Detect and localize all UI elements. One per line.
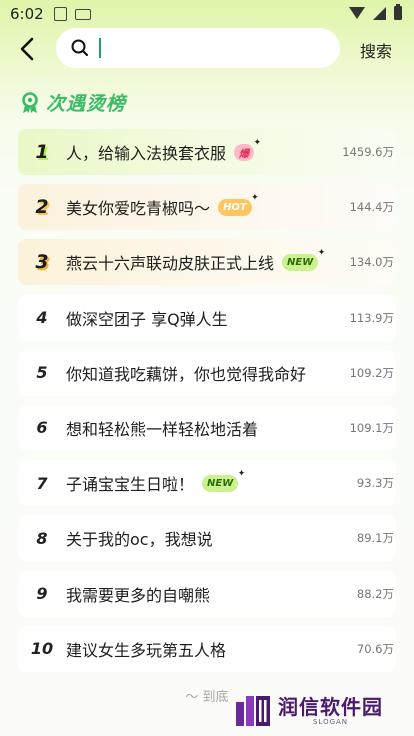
text-caret [99,38,101,58]
rank-number: 3 [35,251,49,274]
rank-item[interactable]: 6 想和轻松熊一样轻松地活着 109.1万 [18,404,396,451]
rank-number: 2 [35,196,49,219]
battery-icon [394,4,402,20]
rank-number: 10 [30,639,54,659]
watermark: 润信软件园 SLOGAN [234,693,398,729]
status-time: 6:02 [10,5,44,23]
rank-title: 做深空团子 享Q弹人生 [66,309,228,329]
rank-number: 8 [36,528,48,548]
back-button[interactable] [14,34,42,64]
hot-count: 109.1万 [349,420,394,435]
rank-item[interactable]: 7 子诵宝宝生日啦！ NEW 93.3万 [18,460,396,507]
rank-title: 关于我的oc，我想说 [66,530,213,550]
rank-item[interactable]: 4 做深空团子 享Q弹人生 113.9万 [18,294,396,341]
hot-count: 70.6万 [356,641,394,656]
rank-title: 建议女生多玩第五人格 [66,640,227,660]
board-title: 次遇烫榜 [46,93,127,115]
keyboard-icon [74,8,91,20]
wifi-icon [349,7,365,19]
search-box[interactable] [56,28,340,68]
rank-item[interactable]: 9 我需要更多的自嘲熊 88.2万 [18,570,396,617]
rank-number: 9 [36,584,48,603]
rank-title: 我需要更多的自嘲熊 [66,585,211,605]
watermark-logo-icon [236,696,270,726]
hot-count: 93.3万 [356,476,394,491]
rank-item[interactable]: 8 关于我的oc，我想说 89.1万 [18,515,396,562]
rank-title: 你知道我吃藕饼，你也觉得我命好 [66,364,307,384]
cellular-signal-icon [373,6,386,20]
rank-title: 美女你爱吃青椒吗～ [66,199,211,219]
document-icon [53,7,67,21]
board-title-row: 次遇烫榜 [20,89,126,116]
rank-item[interactable]: 2 美女你爱吃青椒吗～ HOT 144.4万 [18,184,396,231]
new-badge: NEW [282,248,326,271]
rank-item[interactable]: 10 建议女生多玩第五人格 70.6万 [18,625,396,672]
rank-title: 子诵宝宝生日啦！ [66,475,195,495]
hot-count: 134.0万 [349,255,394,270]
back-arrow-icon [20,37,34,61]
hot-count: 89.1万 [356,531,394,546]
rank-title: 想和轻松熊一样轻松地活着 [66,419,259,439]
rank-title: 燕云十六声联动皮肤正式上线 [66,254,275,274]
rank-item[interactable]: 1 人，给输入法换套衣服爆 1459.6万 [18,129,396,175]
rank-item[interactable]: 5 你知道我吃藕饼，你也觉得我命好 109.2万 [18,349,396,396]
new-badge: NEW [202,469,246,492]
watermark-slogan: SLOGAN [312,718,349,726]
hot-count: 109.2万 [349,365,394,380]
hot-badge: HOT [218,193,258,216]
hot-count: 144.4万 [349,200,394,215]
watermark-title: 润信软件园 [278,695,383,719]
rank-number: 7 [36,473,48,493]
search-input[interactable] [98,34,318,62]
search-header: 搜索 [0,28,414,70]
award-ribbon-icon [22,91,38,113]
status-bar: 6:02 [0,0,414,28]
search-button[interactable]: 搜索 [360,38,392,62]
hot-count: 113.9万 [349,310,394,325]
rank-number: 5 [36,363,48,383]
status-indicators [349,4,402,20]
bao-badge: 爆 [234,138,261,161]
rank-title: 人，给输入法换套衣服 [66,144,227,163]
hot-count: 1459.6万 [342,145,394,159]
rank-number: 6 [36,418,48,438]
rank-number: 1 [35,141,49,163]
rank-number: 4 [36,308,48,328]
search-icon [71,39,89,57]
rank-item[interactable]: 3 燕云十六声联动皮肤正式上线 NEW 134.0万 [18,239,396,286]
hot-count: 88.2万 [356,586,394,601]
rank-list: 1 人，给输入法换套衣服爆 1459.6万 2 美女你爱吃青椒吗～ HOT 144.4万 3燕… [18,129,396,681]
